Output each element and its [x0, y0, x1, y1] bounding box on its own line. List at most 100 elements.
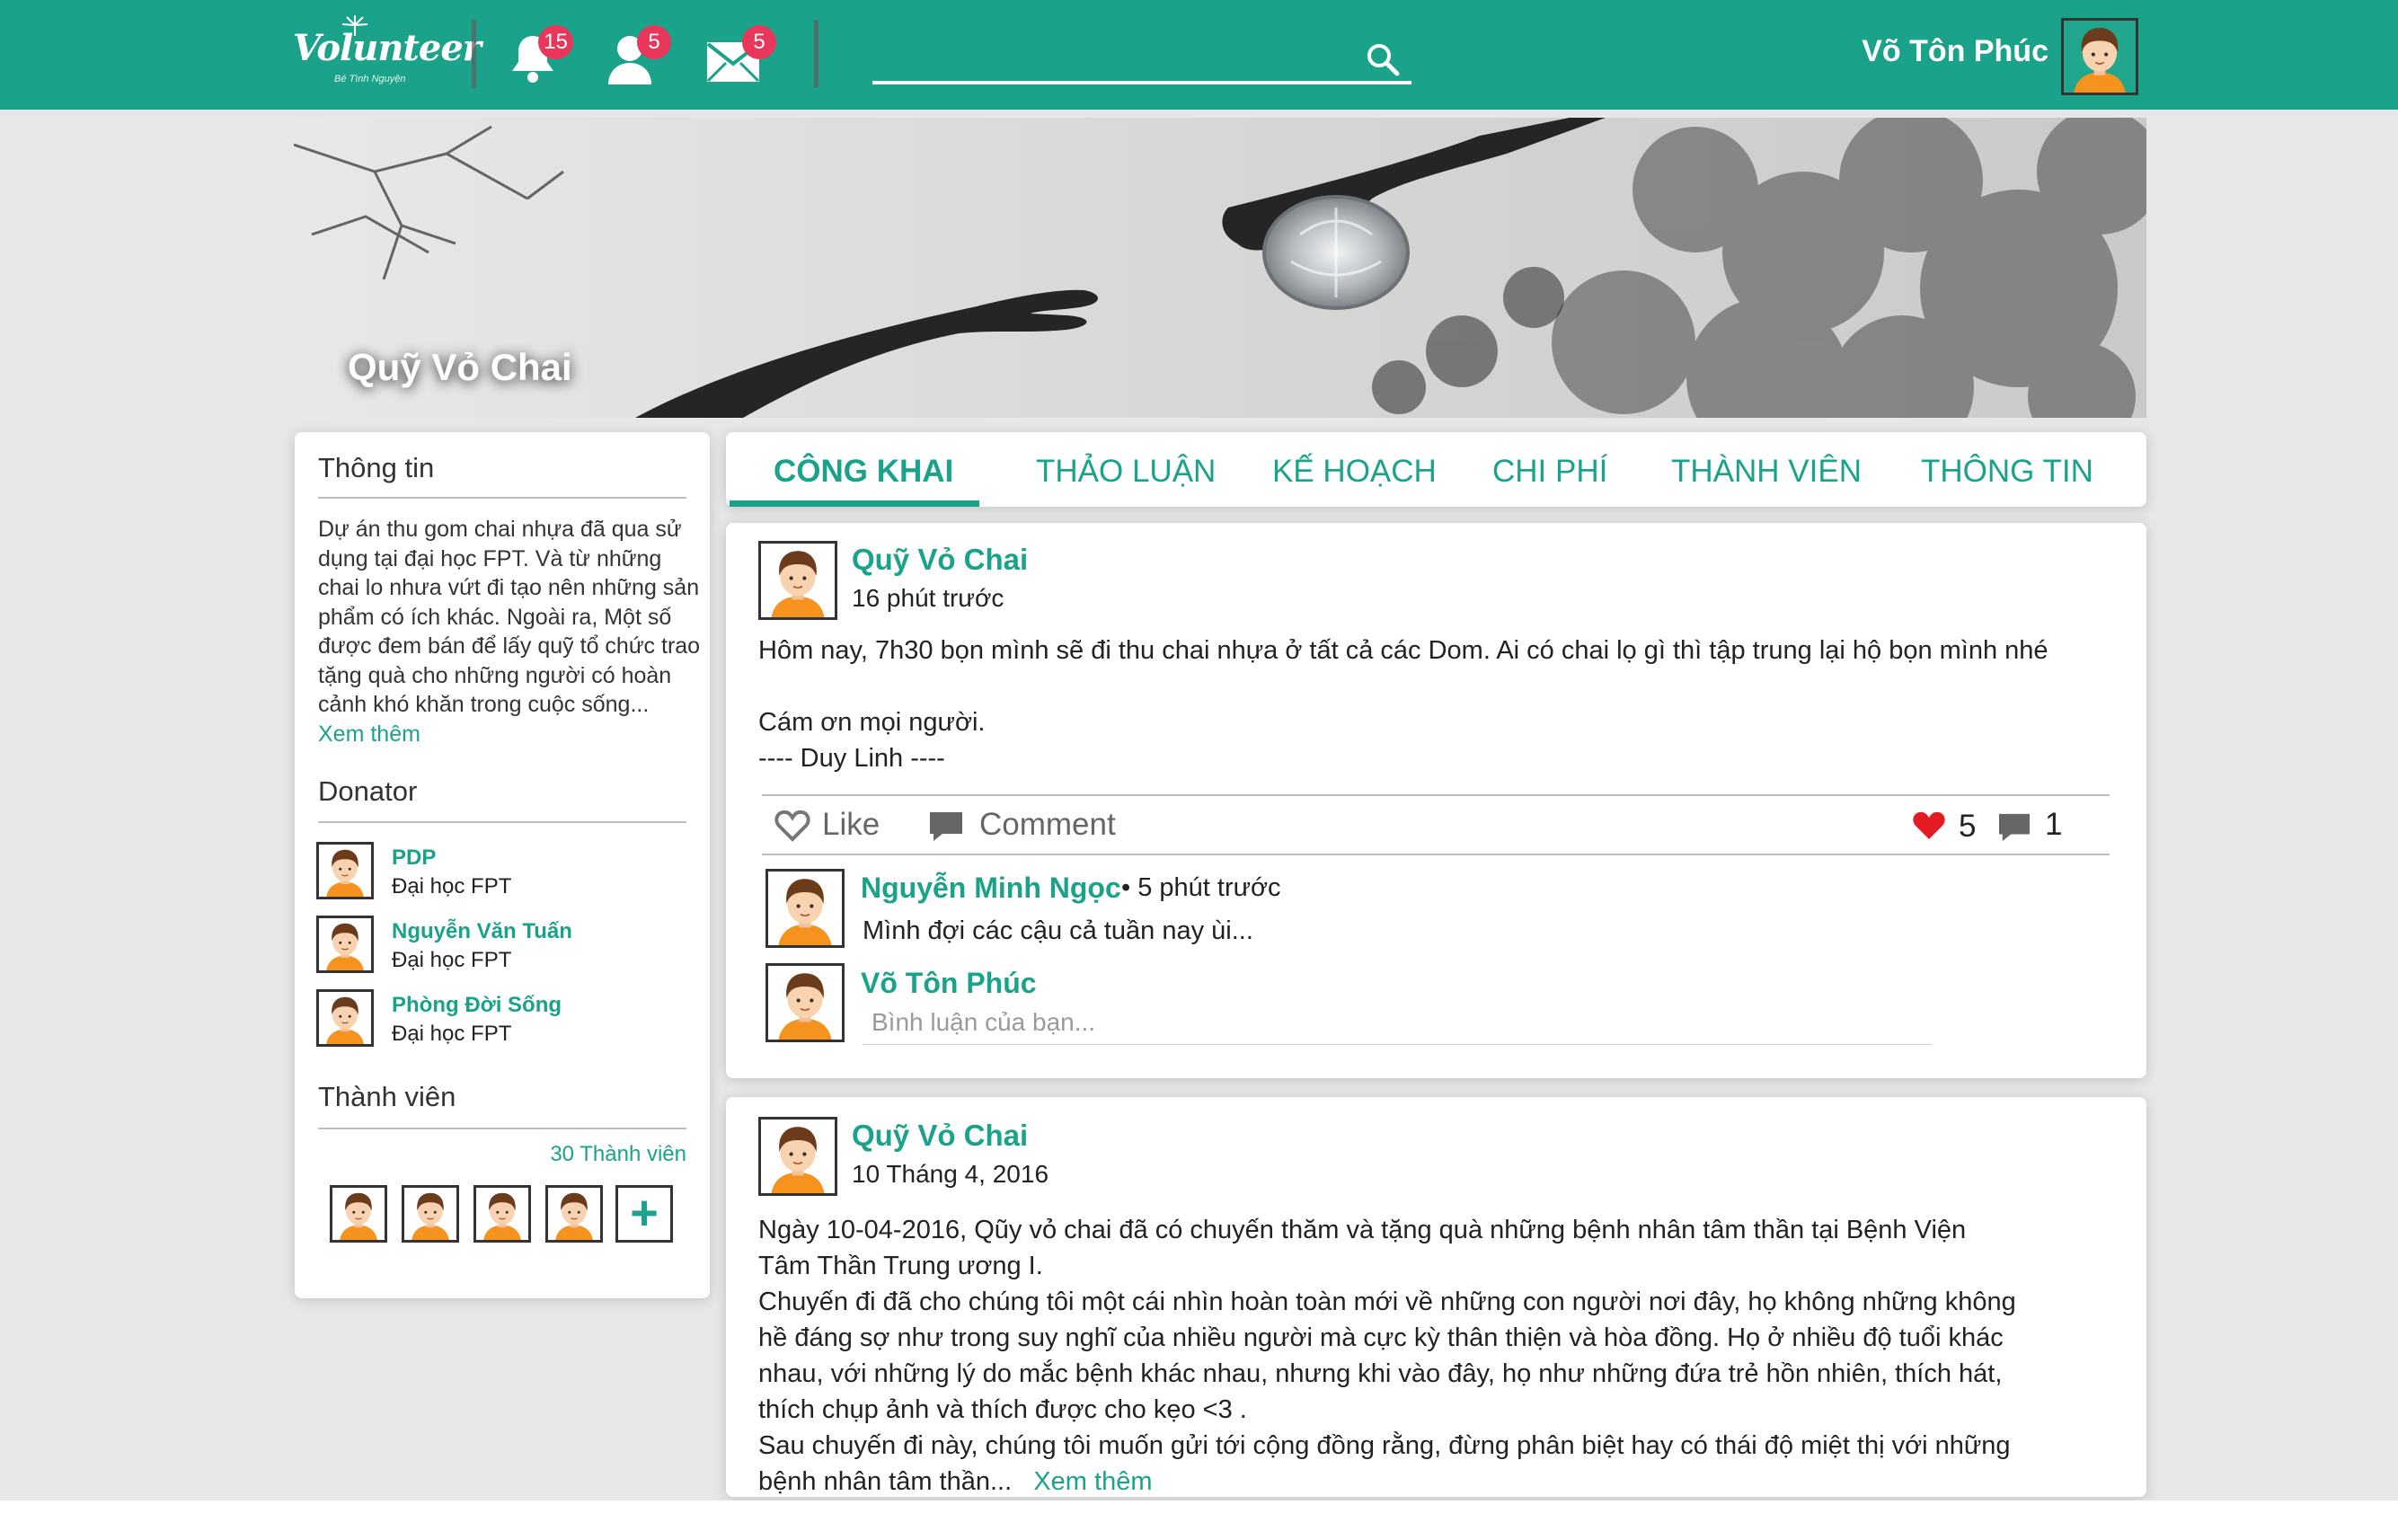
comment-button[interactable]: Comment: [979, 807, 1116, 843]
comment-input-underline: [863, 1044, 1932, 1045]
comment-bubble-icon[interactable]: [928, 810, 964, 843]
group-sidebar: Thông tin Dự án thu gom chai nhựa đã qua…: [295, 432, 710, 1298]
post-time: 10 Tháng 4, 2016: [852, 1160, 1049, 1188]
comment-author-name[interactable]: Nguyễn Minh Ngọc: [861, 872, 1121, 905]
tab-thao-luan[interactable]: THẢO LUẬN: [1036, 454, 1216, 490]
post-body-line: Hôm nay, 7h30 bọn mình sẽ đi thu chai nh…: [758, 636, 2048, 665]
navbar-divider: [472, 20, 476, 88]
divider: [762, 794, 2110, 796]
post-body-line: Cám ơn mọi người.: [758, 708, 986, 737]
divider: [762, 854, 2110, 855]
comment-text: Mình đợi các cậu cả tuần nay ùi...: [863, 916, 1253, 945]
tab-thong-tin[interactable]: THÔNG TIN: [1921, 454, 2093, 490]
notifications-button[interactable]: 15: [509, 25, 573, 90]
post-body-line: ---- Duy Linh ----: [758, 744, 945, 773]
divider: [318, 821, 686, 823]
member-avatar[interactable]: [545, 1185, 603, 1243]
donator-item[interactable]: PDP Đại học FPT: [316, 842, 694, 901]
post-body-last-line: bệnh nhân tâm thần... Xem thêm: [758, 1464, 2124, 1500]
likes-count: 5: [1959, 809, 1977, 844]
reply-user-avatar: [765, 963, 845, 1042]
avatar-icon: [2074, 28, 2126, 93]
tab-thanh-vien[interactable]: THÀNH VIÊN: [1671, 454, 1862, 490]
post-read-more-link[interactable]: Xem thêm: [1033, 1467, 1152, 1496]
post-author-avatar[interactable]: [758, 1117, 837, 1196]
post-body-line: hề đáng sợ như trong suy nghĩ của nhiều …: [758, 1323, 2004, 1352]
donator-name[interactable]: PDP: [392, 845, 436, 871]
active-tab-indicator: [730, 500, 979, 507]
member-avatar[interactable]: [402, 1185, 459, 1243]
divider: [318, 1128, 686, 1129]
volunteer-logo[interactable]: Volunteer Bé Tình Nguyện: [293, 15, 482, 86]
friend-requests-button[interactable]: 5: [605, 25, 671, 90]
info-section-title: Thông tin: [318, 452, 435, 483]
messages-button[interactable]: 5: [706, 25, 776, 90]
member-avatar[interactable]: [330, 1185, 387, 1243]
avatar-icon: [771, 551, 825, 617]
post-body-line: Chuyến đi đã cho chúng tôi một cái nhìn …: [758, 1288, 2016, 1316]
donator-avatar: [316, 916, 374, 973]
member-avatar[interactable]: [473, 1185, 531, 1243]
heart-outline-icon[interactable]: [774, 809, 810, 843]
avatar-icon: [340, 1192, 377, 1240]
donator-item[interactable]: Nguyễn Văn Tuấn Đại học FPT: [316, 916, 694, 975]
avatar-icon: [771, 1127, 825, 1193]
current-user-avatar[interactable]: [2061, 18, 2138, 95]
avatar-icon: [483, 1192, 521, 1240]
donator-item[interactable]: Phòng Đời Sống Đại học FPT: [316, 989, 694, 1049]
donator-avatar: [316, 989, 374, 1047]
avatar-icon: [778, 879, 832, 945]
post-author-avatar[interactable]: [758, 541, 837, 620]
divider: [318, 497, 686, 499]
tab-cong-khai[interactable]: CÔNG KHAI: [774, 454, 953, 490]
post-time: 16 phút trước: [852, 584, 1004, 612]
navbar-divider: [814, 20, 819, 88]
members-section-title: Thành viên: [318, 1081, 456, 1112]
logo-subtext: Bé Tình Nguyện: [334, 74, 406, 84]
tab-ke-hoach[interactable]: KẾ HOẠCH: [1272, 454, 1437, 490]
add-member-button[interactable]: +: [615, 1185, 673, 1243]
avatar-icon: [778, 973, 832, 1040]
donator-org: Đại học FPT: [392, 874, 512, 898]
post-body-line: Tâm Thần Trung ương I.: [758, 1252, 1043, 1280]
cover-photo: Quỹ Vỏ Chai: [294, 118, 2146, 418]
donator-org: Đại học FPT: [392, 1022, 512, 1046]
search-icon[interactable]: [1365, 41, 1401, 77]
comment-author-avatar[interactable]: [765, 869, 845, 948]
info-text: Dự án thu gom chai nhựa đã qua sử dụng t…: [318, 517, 701, 717]
avatar-icon: [326, 923, 364, 970]
post-card: Quỹ Vỏ Chai 10 Tháng 4, 2016 Ngày 10-04-…: [726, 1097, 2146, 1497]
messages-badge: 5: [742, 25, 776, 59]
avatar-icon: [326, 849, 364, 897]
donator-name[interactable]: Nguyễn Văn Tuấn: [392, 919, 572, 944]
post-body-line: thích chụp ảnh và thích được cho kẹo <3 …: [758, 1395, 1247, 1424]
like-button[interactable]: Like: [822, 807, 880, 843]
comments-count: 1: [2045, 807, 2063, 842]
search-bar: [872, 36, 1411, 84]
donator-avatar: [316, 842, 374, 899]
tab-chi-phi[interactable]: CHI PHÍ: [1492, 454, 1607, 490]
comment-time: • 5 phút trước: [1121, 873, 1281, 902]
friend-requests-badge: 5: [637, 25, 671, 59]
page: Volunteer Bé Tình Nguyện 15 5 5 Võ Tôn P…: [0, 0, 2398, 1540]
post-body-line: Sau chuyến đi này, chúng tôi muốn gửi tớ…: [758, 1431, 2011, 1460]
info-description: Dự án thu gom chai nhựa đã qua sử dụng t…: [318, 515, 703, 748]
post-body-line: nhau, với những lý do mắc bệnh khác nhau…: [758, 1359, 2003, 1388]
group-tabs: CÔNG KHAI THẢO LUẬN KẾ HOẠCH CHI PHÍ THÀ…: [726, 432, 2146, 507]
current-username[interactable]: Võ Tôn Phúc: [1797, 34, 2048, 69]
comment-count-icon: [1999, 813, 2030, 842]
members-count-link[interactable]: 30 Thành viên: [550, 1142, 686, 1167]
logo-text: Volunteer: [293, 27, 482, 69]
info-read-more-link[interactable]: Xem thêm: [318, 721, 420, 747]
post-body-line: Ngày 10-04-2016, Qũy vỏ chai đã có chuyế…: [758, 1216, 1967, 1244]
donator-name[interactable]: Phòng Đời Sống: [392, 993, 562, 1018]
avatar-icon: [555, 1192, 593, 1240]
notifications-badge: 15: [538, 25, 573, 59]
comment-input[interactable]: [872, 1005, 1932, 1040]
search-input[interactable]: [872, 36, 1340, 81]
top-navbar: Volunteer Bé Tình Nguyện 15 5 5 Võ Tôn P…: [0, 0, 2398, 110]
post-author-name[interactable]: Quỹ Vỏ Chai: [852, 1119, 1028, 1153]
post-author-name[interactable]: Quỹ Vỏ Chai: [852, 543, 1028, 577]
donator-org: Đại học FPT: [392, 948, 512, 972]
heart-filled-icon: [1913, 811, 1945, 839]
